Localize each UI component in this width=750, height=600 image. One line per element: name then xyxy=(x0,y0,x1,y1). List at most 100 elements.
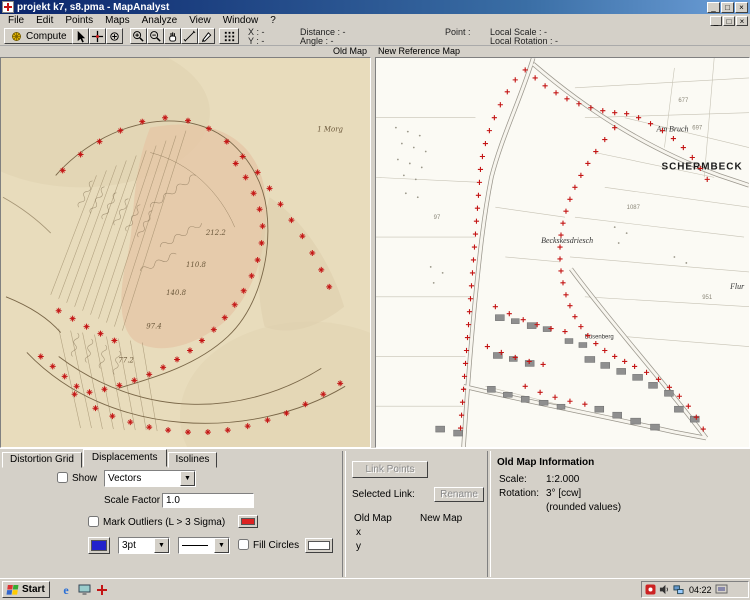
network-tray-icon[interactable] xyxy=(673,584,684,595)
point-readout: Point : xyxy=(445,28,471,37)
menu-file[interactable]: File xyxy=(2,15,30,27)
child-close-button[interactable]: × xyxy=(736,16,748,26)
panel-divider-2 xyxy=(487,451,491,577)
zoom-in-icon xyxy=(132,30,145,43)
show-all-points-button[interactable] xyxy=(219,28,239,44)
chevron-down-icon[interactable]: ▼ xyxy=(154,538,169,553)
svg-text:Flur: Flur xyxy=(729,282,745,291)
taskbar: Start e 04:22 xyxy=(0,578,750,600)
show-vectors-checkbox[interactable] xyxy=(57,472,68,483)
tab-distortion-grid[interactable]: Distortion Grid xyxy=(2,452,82,468)
vector-color-swatch xyxy=(91,540,107,551)
map-header-strip: Old Map New Reference Map xyxy=(0,46,750,57)
clock[interactable]: 04:22 xyxy=(689,585,712,595)
svg-text:97.4: 97.4 xyxy=(146,323,161,331)
title-bar[interactable]: projekt k7, s8.pma - MapAnalyst _ □ × xyxy=(0,0,750,14)
angle-readout: Angle : - xyxy=(300,37,334,46)
mark-outliers-label: Mark Outliers (L > 3 Sigma) xyxy=(103,517,225,528)
show-vectors-label: Show xyxy=(72,473,97,484)
old-map-pane[interactable]: 1 Morg212.2110.8140.897.477.2 xyxy=(0,57,371,448)
move-point-icon xyxy=(91,30,104,43)
svg-text:Am Bruch: Am Bruch xyxy=(655,125,688,134)
pointer-tool-button[interactable] xyxy=(72,28,89,44)
old-map-column-header: Old Map xyxy=(354,513,392,524)
old-map-title: Old Map xyxy=(0,46,367,57)
window-title: projekt k7, s8.pma - MapAnalyst xyxy=(17,2,169,13)
compute-icon xyxy=(11,31,22,42)
local-rotation-readout: Local Rotation : - xyxy=(490,37,558,46)
menu-bar: File Edit Points Maps Analyze View Windo… xyxy=(0,14,750,27)
tray-end-icon[interactable] xyxy=(715,584,728,596)
line-width-combo[interactable]: 3pt ▼ xyxy=(118,537,170,554)
svg-text:110.8: 110.8 xyxy=(186,261,206,269)
fill-circles-checkbox[interactable] xyxy=(238,539,249,550)
old-map-canvas[interactable]: 1 Morg212.2110.8140.897.477.2 xyxy=(1,58,370,447)
toolbar: Compute X : - Y : - Distan xyxy=(0,27,750,46)
browser-quicklaunch-icon[interactable]: e xyxy=(58,582,74,598)
set-point-tool-button[interactable] xyxy=(106,28,123,44)
svg-text:97: 97 xyxy=(434,215,441,221)
zoom-out-tool-button[interactable] xyxy=(147,28,164,44)
menu-help[interactable]: ? xyxy=(264,15,282,27)
start-button[interactable]: Start xyxy=(2,581,50,598)
new-map-canvas[interactable]: Am BruchSCHERMBECKBeckskesdrieschBüsenbe… xyxy=(376,58,749,447)
svg-text:677: 677 xyxy=(678,98,689,104)
tab-displacements[interactable]: Displacements xyxy=(83,449,167,467)
mapanalyst-window: projekt k7, s8.pma - MapAnalyst _ □ × Fi… xyxy=(0,0,750,600)
zoom-in-tool-button[interactable] xyxy=(130,28,147,44)
info-scale-label: Scale: xyxy=(499,474,527,485)
system-tray: 04:22 xyxy=(641,581,749,598)
child-minimize-button[interactable]: _ xyxy=(710,16,722,26)
link-points-button[interactable]: Link Points xyxy=(352,461,428,478)
chevron-down-icon[interactable]: ▼ xyxy=(180,471,195,486)
antivirus-tray-icon[interactable] xyxy=(645,584,656,595)
distance-tool-button[interactable] xyxy=(181,28,198,44)
menu-view[interactable]: View xyxy=(183,15,217,27)
minimize-button[interactable]: _ xyxy=(707,2,720,13)
tab-isolines[interactable]: Isolines xyxy=(168,452,218,468)
info-rotation-label: Rotation: xyxy=(499,488,539,499)
vector-type-combo[interactable]: Vectors ▼ xyxy=(104,470,196,487)
svg-text:1 Morg: 1 Morg xyxy=(317,126,343,134)
info-rounded-note: (rounded values) xyxy=(546,502,621,513)
svg-text:Beckskesdriesch: Beckskesdriesch xyxy=(541,236,593,245)
mapanalyst-quicklaunch-icon[interactable] xyxy=(94,582,110,598)
info-scale-value: 1:2.000 xyxy=(546,474,579,485)
mark-outliers-checkbox[interactable] xyxy=(88,516,99,527)
scale-factor-input[interactable] xyxy=(162,493,254,508)
vector-color-button[interactable] xyxy=(88,537,110,554)
distance-icon xyxy=(183,30,196,43)
fill-color-button[interactable] xyxy=(305,538,333,553)
panel-divider-1 xyxy=(342,451,346,577)
rename-button[interactable]: Rename xyxy=(434,487,484,502)
menu-points[interactable]: Points xyxy=(59,15,99,27)
menu-maps[interactable]: Maps xyxy=(99,15,135,27)
desktop-quicklaunch-icon[interactable] xyxy=(76,582,92,598)
compute-button[interactable]: Compute xyxy=(4,28,74,44)
menu-edit[interactable]: Edit xyxy=(30,15,59,27)
line-style-combo[interactable]: ▼ xyxy=(178,537,230,554)
info-rotation-value: 3° [ccw] xyxy=(546,488,581,499)
svg-text:77.2: 77.2 xyxy=(118,356,134,364)
volume-tray-icon[interactable] xyxy=(659,584,670,595)
pan-tool-button[interactable] xyxy=(164,28,181,44)
windows-logo-icon xyxy=(6,584,19,596)
child-restore-button[interactable]: □ xyxy=(723,16,735,26)
outlier-color-button[interactable] xyxy=(238,515,258,528)
new-map-paper xyxy=(376,58,749,447)
start-label: Start xyxy=(22,584,45,595)
menu-analyze[interactable]: Analyze xyxy=(136,15,184,27)
pen-tool-button[interactable] xyxy=(198,28,215,44)
new-map-column-header: New Map xyxy=(420,513,462,524)
move-point-tool-button[interactable] xyxy=(89,28,106,44)
app-icon xyxy=(2,1,14,13)
scale-factor-label: Scale Factor xyxy=(104,495,160,506)
maximize-button[interactable]: □ xyxy=(721,2,734,13)
new-map-pane[interactable]: Am BruchSCHERMBECKBeckskesdrieschBüsenbe… xyxy=(375,57,750,448)
close-button[interactable]: × xyxy=(735,2,748,13)
hand-icon xyxy=(166,30,179,43)
chevron-down-icon[interactable]: ▼ xyxy=(214,538,229,553)
menu-window[interactable]: Window xyxy=(217,15,265,27)
selected-link-label: Selected Link: xyxy=(352,489,415,500)
pointer-icon xyxy=(74,30,87,43)
